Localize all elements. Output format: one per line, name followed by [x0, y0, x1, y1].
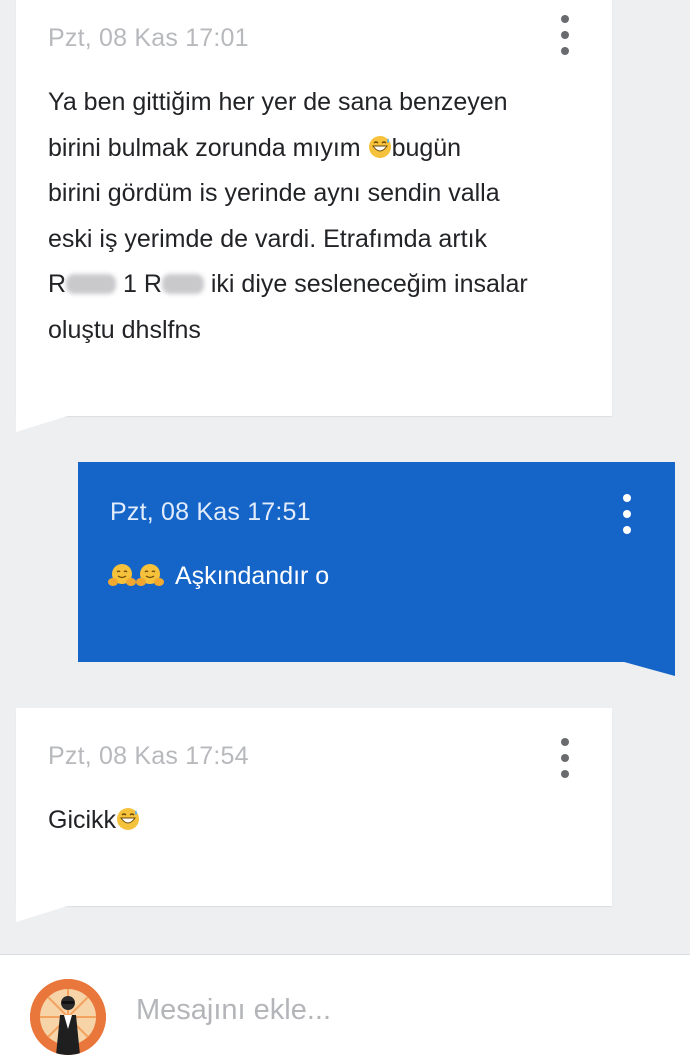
message-bubble-incoming: Pzt, 08 Kas 17:01 Ya ben gittiğim her ye…	[16, 0, 612, 416]
message-text: Gicikk	[48, 798, 140, 844]
hugging-face-emoji-icon	[108, 564, 136, 586]
message-text: Aşkındandır o	[108, 554, 329, 600]
message-text: Ya ben gittiğim her yer de sana benzeyen…	[48, 88, 528, 344]
avatar[interactable]	[30, 979, 106, 1055]
message-timestamp: Pzt, 08 Kas 17:51	[110, 498, 311, 526]
message-bubble-incoming: Pzt, 08 Kas 17:54 Gicikk	[16, 708, 612, 906]
message-input[interactable]	[136, 985, 656, 1035]
more-options-icon[interactable]	[617, 494, 637, 534]
message-composer	[0, 954, 690, 1063]
user-avatar-icon	[30, 979, 106, 1055]
grinning-sweat-emoji-icon	[368, 135, 391, 158]
bubble-tail	[617, 660, 675, 676]
message-timestamp: Pzt, 08 Kas 17:54	[48, 742, 249, 770]
hugging-face-emoji-icon	[136, 564, 164, 586]
more-options-icon[interactable]	[555, 738, 575, 778]
message-bubble-outgoing: Pzt, 08 Kas 17:51 Aşkındandır o	[78, 462, 675, 662]
bubble-tail	[16, 904, 74, 922]
bubble-tail	[16, 414, 74, 432]
more-options-icon[interactable]	[555, 15, 575, 55]
grinning-sweat-emoji-icon	[117, 808, 140, 830]
redacted-name	[161, 274, 204, 294]
message-timestamp: Pzt, 08 Kas 17:01	[48, 24, 249, 52]
redacted-name	[66, 274, 117, 294]
